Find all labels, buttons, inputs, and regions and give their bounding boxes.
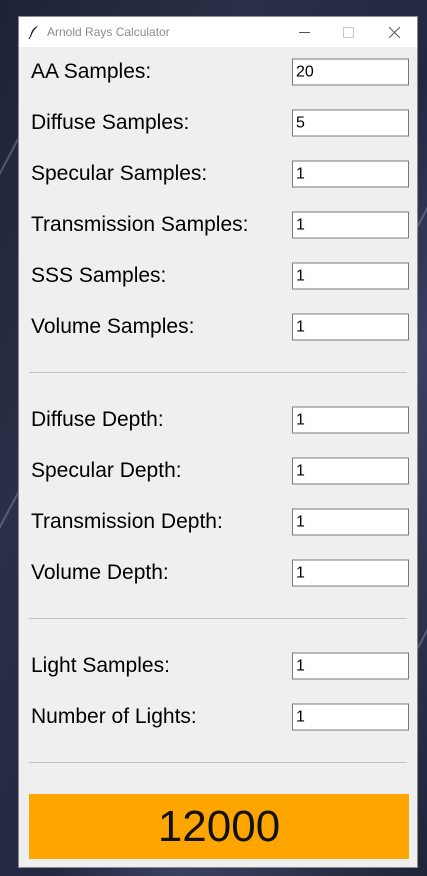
light-samples-label: Light Samples: (31, 654, 170, 677)
specular-depth-label: Specular Depth: (31, 459, 182, 482)
diffuse-depth-row: Diffuse Depth: (19, 400, 417, 440)
specular-samples-label: Specular Samples: (31, 162, 208, 185)
diffuse-depth-input[interactable] (292, 406, 409, 434)
aa-samples-input[interactable] (292, 58, 409, 86)
diffuse-samples-label: Diffuse Samples: (31, 111, 190, 134)
aa-samples-row: AA Samples: (19, 52, 417, 92)
section-divider (29, 372, 407, 373)
diffuse-depth-label: Diffuse Depth: (31, 408, 164, 431)
volume-depth-row: Volume Depth: (19, 553, 417, 593)
transmission-samples-row: Transmission Samples: (19, 205, 417, 245)
minimize-icon (298, 31, 310, 33)
number-of-lights-input[interactable] (292, 703, 409, 731)
transmission-depth-row: Transmission Depth: (19, 502, 417, 542)
light-samples-input[interactable] (292, 652, 409, 680)
maximize-icon (342, 26, 354, 38)
specular-depth-input[interactable] (292, 457, 409, 485)
volume-samples-row: Volume Samples: (19, 307, 417, 347)
maximize-button[interactable] (326, 17, 370, 47)
transmission-samples-label: Transmission Samples: (31, 213, 249, 236)
section-divider (29, 618, 407, 619)
close-button[interactable] (372, 17, 416, 47)
transmission-samples-input[interactable] (292, 211, 409, 239)
light-samples-row: Light Samples: (19, 646, 417, 686)
section-divider (29, 762, 407, 763)
specular-samples-row: Specular Samples: (19, 154, 417, 194)
specular-depth-row: Specular Depth: (19, 451, 417, 491)
app-window: Arnold Rays Calculator AA Samples: Diffu… (18, 16, 418, 868)
sss-samples-row: SSS Samples: (19, 256, 417, 296)
minimize-button[interactable] (282, 17, 326, 47)
diffuse-samples-row: Diffuse Samples: (19, 103, 417, 143)
number-of-lights-row: Number of Lights: (19, 697, 417, 737)
volume-samples-label: Volume Samples: (31, 315, 195, 338)
sss-samples-label: SSS Samples: (31, 264, 167, 287)
diffuse-samples-input[interactable] (292, 109, 409, 137)
title-bar[interactable]: Arnold Rays Calculator (19, 17, 417, 47)
volume-depth-input[interactable] (292, 559, 409, 587)
feather-icon (28, 26, 38, 39)
total-rays-value: 12000 (157, 801, 281, 851)
volume-samples-input[interactable] (292, 313, 409, 341)
transmission-depth-input[interactable] (292, 508, 409, 536)
aa-samples-label: AA Samples: (31, 60, 152, 83)
sss-samples-input[interactable] (292, 262, 409, 290)
total-rays-result: 12000 (29, 794, 409, 859)
specular-samples-input[interactable] (292, 160, 409, 188)
window-title: Arnold Rays Calculator (47, 25, 170, 39)
close-icon (388, 26, 400, 38)
number-of-lights-label: Number of Lights: (31, 705, 197, 728)
transmission-depth-label: Transmission Depth: (31, 510, 223, 533)
volume-depth-label: Volume Depth: (31, 561, 169, 584)
